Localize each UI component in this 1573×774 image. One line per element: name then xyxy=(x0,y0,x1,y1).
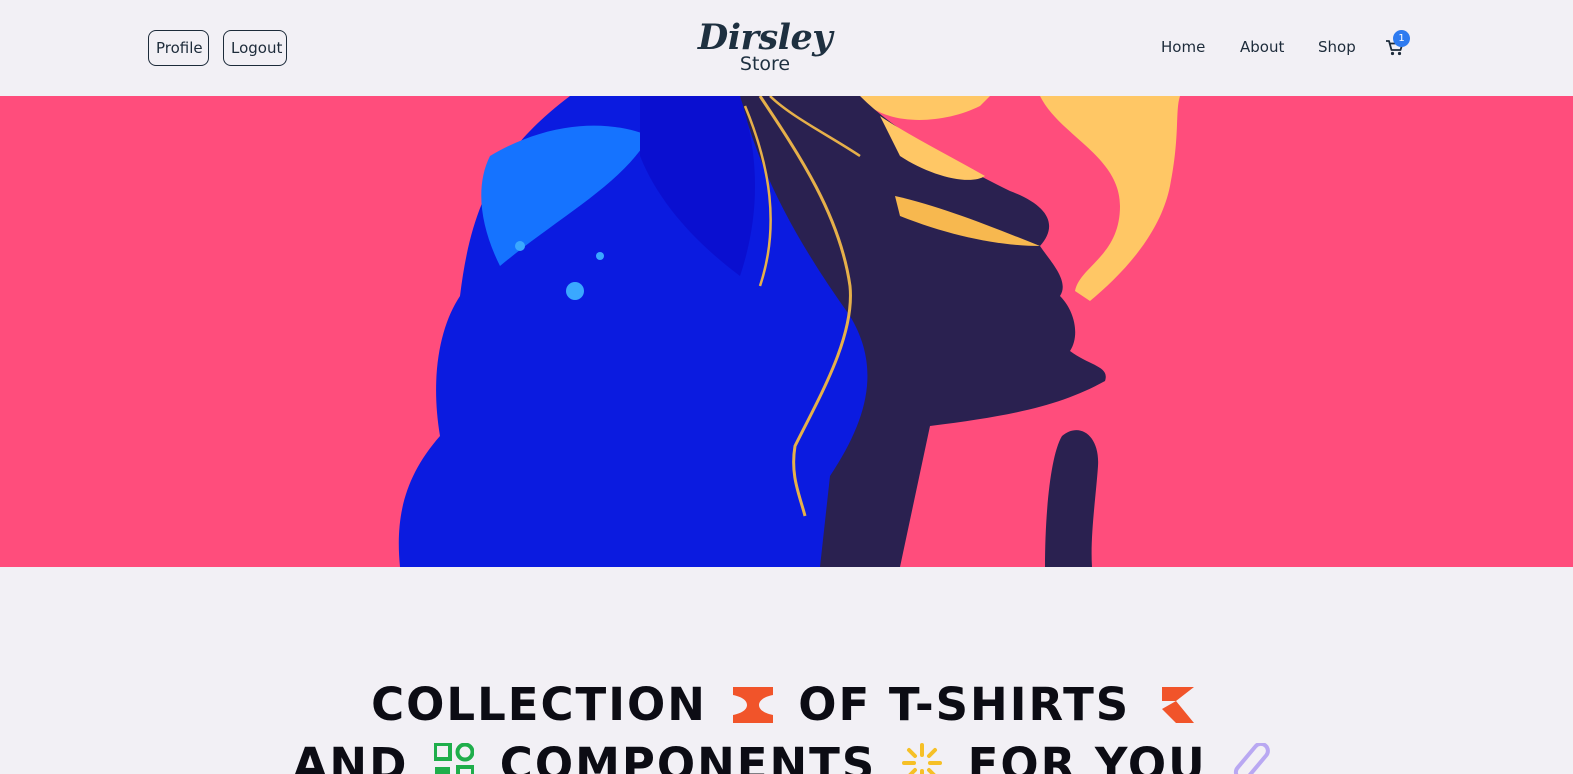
hero-banner xyxy=(0,96,1573,567)
pill-icon xyxy=(1232,738,1272,774)
hero-illustration xyxy=(398,96,1180,567)
nav-shop-link[interactable]: Shop xyxy=(1318,37,1356,57)
nav-home-link[interactable]: Home xyxy=(1161,37,1205,57)
headline-line-2: AND COMPONENTS FOR YOU xyxy=(0,735,1573,774)
grid-icon xyxy=(433,738,476,774)
logout-button[interactable]: Logout xyxy=(223,30,287,66)
nav-about-link[interactable]: About xyxy=(1240,37,1284,57)
site-header: Profile Logout Dirsley Store Home About … xyxy=(0,0,1573,96)
collection-headline: COLLECTION OF T-SHIRTS AND COMPONENTS FO… xyxy=(0,675,1573,774)
headline-word-for-you: FOR YOU xyxy=(967,738,1207,774)
headline-line-1: COLLECTION OF T-SHIRTS xyxy=(0,675,1573,735)
logo[interactable]: Dirsley Store xyxy=(690,18,840,84)
headline-word-tshirts: OF T-SHIRTS xyxy=(798,678,1131,731)
sparkle-icon xyxy=(901,738,942,774)
logo-wordmark: Dirsley xyxy=(697,17,833,58)
cart-count-badge: 1 xyxy=(1393,30,1410,47)
profile-button[interactable]: Profile xyxy=(148,30,209,66)
hourglass-icon xyxy=(732,678,773,738)
headline-word-collection: COLLECTION xyxy=(371,678,707,731)
headline-word-and: AND xyxy=(292,738,409,774)
headline-word-components: COMPONENTS xyxy=(499,738,877,774)
chevron-left-icon xyxy=(1156,678,1194,738)
